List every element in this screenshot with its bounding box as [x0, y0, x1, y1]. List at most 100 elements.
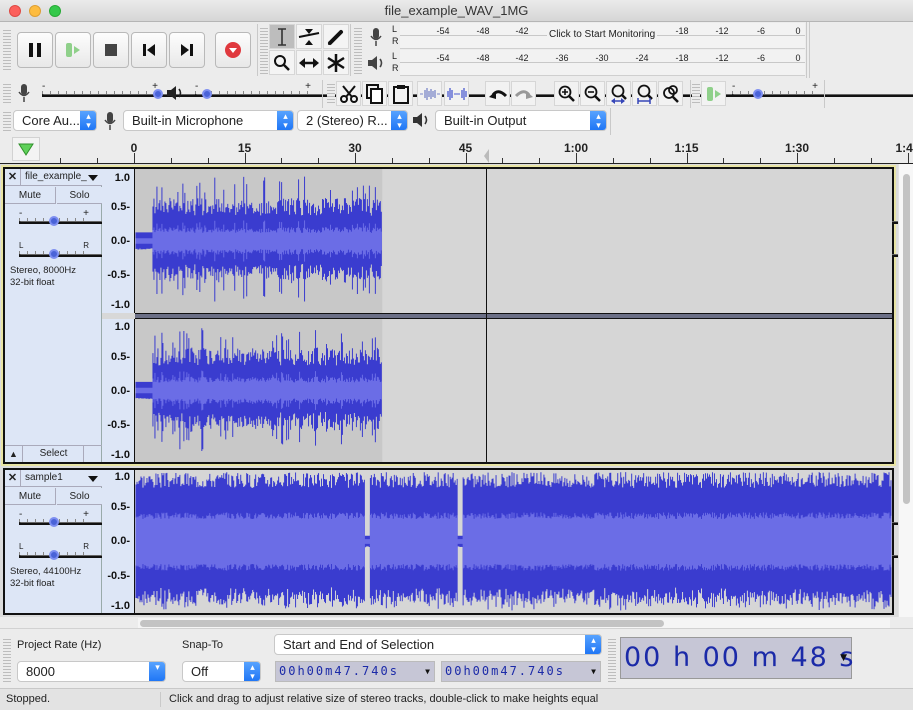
scale-label: -0.5-	[107, 570, 130, 582]
waveform-display[interactable]	[135, 169, 892, 313]
play-button[interactable]	[55, 32, 91, 68]
copy-icon	[365, 83, 383, 104]
copy-button[interactable]	[362, 81, 387, 106]
audio-track-sample1[interactable]: ✕ sample1 Mute Solo - + L R Stereo, 4410…	[3, 468, 910, 615]
undo-button[interactable]	[485, 81, 510, 106]
paste-button[interactable]	[388, 81, 413, 106]
snap-to-select[interactable]: Off ▴ ▾	[182, 661, 261, 682]
start-monitoring-text[interactable]: Click to Start Monitoring	[547, 29, 658, 40]
time-shift-tool[interactable]	[296, 50, 322, 75]
timeline-ruler[interactable]: 0 15 30 45 1:00 1:15 1:30 1:45	[0, 135, 913, 164]
transport-toolbar-grip[interactable]	[3, 28, 11, 72]
meter-label-r: R	[392, 63, 399, 73]
meter-label-l: L	[392, 51, 398, 61]
waveform-display[interactable]	[135, 319, 892, 462]
record-button[interactable]	[215, 32, 251, 68]
audio-track-file-example[interactable]: ✕ file_example_ Mute Solo - + L R Stereo…	[1, 165, 910, 466]
selection-end-time[interactable]: 00h00m47.740s ▼	[441, 661, 601, 682]
trim-button[interactable]	[417, 81, 442, 106]
time-format-dropdown-icon[interactable]: ▼	[425, 662, 432, 681]
waveform	[135, 472, 892, 611]
selection-tool[interactable]	[269, 24, 295, 49]
ruler-tick	[502, 158, 504, 163]
envelope-tool[interactable]	[296, 24, 322, 49]
redo-button[interactable]	[511, 81, 536, 106]
asterisk-icon	[327, 53, 345, 72]
zoom-in-button[interactable]	[554, 81, 579, 106]
pan-slider[interactable]: L R	[19, 542, 910, 561]
zoom-tool[interactable]	[269, 50, 295, 75]
slider-thumb[interactable]	[153, 89, 163, 99]
recording-device-value: Built-in Microphone	[132, 113, 244, 128]
ruler-tick	[723, 158, 725, 163]
draw-tool[interactable]	[323, 24, 349, 49]
stop-button[interactable]	[93, 32, 129, 68]
snap-to-value: Off	[191, 664, 209, 679]
waveform-display[interactable]	[135, 470, 892, 613]
audio-host-select[interactable]: Core Au... ▴ ▾	[13, 110, 97, 131]
playback-meter[interactable]: L R -54 -48 -42 -36 -30 -24 -18 -12 -6 0	[392, 50, 805, 76]
project-rate-select[interactable]: 8000 ▾	[17, 661, 166, 682]
playback-volume-slider[interactable]: - +	[195, 81, 913, 100]
recording-device-select[interactable]: Built-in Microphone ▴ ▾	[123, 110, 294, 131]
scrollbar-thumb[interactable]	[140, 620, 664, 627]
track-control-panel[interactable]: ✕ sample1 Mute Solo - + L R Stereo, 4410…	[5, 470, 910, 613]
time-toolbar-grip[interactable]	[608, 637, 616, 683]
play-at-speed-button[interactable]	[701, 81, 726, 106]
play-at-speed-grip[interactable]	[692, 82, 700, 104]
time-format-dropdown-icon[interactable]: ▼	[840, 638, 849, 678]
selection-mode-select[interactable]: Start and End of Selection ▴ ▾	[274, 634, 602, 655]
track-name-menu[interactable]: sample1	[25, 472, 89, 483]
skip-to-start-button[interactable]	[131, 32, 167, 68]
fit-project-button[interactable]	[632, 81, 657, 106]
scrollbar-thumb[interactable]	[903, 174, 910, 504]
slider-thumb[interactable]	[752, 89, 763, 99]
record-meter[interactable]: L R -54 -48 -42 Click to Start Monitorin…	[392, 23, 805, 49]
horizontal-scrollbar[interactable]	[138, 618, 890, 628]
playback-device-select[interactable]: Built-in Output ▴ ▾	[435, 110, 607, 131]
edit-toolbar-grip[interactable]	[327, 82, 335, 104]
playhead-marker[interactable]	[484, 149, 489, 163]
track-area[interactable]: ✕ file_example_ Mute Solo - + L R Stereo…	[0, 164, 910, 617]
fit-selection-button[interactable]	[606, 81, 631, 106]
zoom-window-button[interactable]	[49, 5, 61, 17]
silence-button[interactable]	[444, 81, 469, 106]
pan-thumb[interactable]	[49, 550, 59, 560]
pin-playhead-button[interactable]	[12, 137, 40, 161]
minimize-window-button[interactable]	[29, 5, 41, 17]
skip-to-end-button[interactable]	[169, 32, 205, 68]
time-format-dropdown-icon[interactable]: ▼	[591, 662, 598, 681]
microphone-icon	[369, 27, 382, 46]
close-window-button[interactable]	[9, 5, 21, 17]
gain-thumb[interactable]	[49, 517, 59, 527]
status-bar: Stopped. Click and drag to adjust relati…	[0, 688, 913, 710]
mute-button[interactable]: Mute	[5, 488, 56, 505]
zoom-toggle-button[interactable]	[658, 81, 683, 106]
record-volume-slider[interactable]: - +	[42, 81, 913, 100]
gain-slider[interactable]: - +	[19, 509, 910, 528]
record-meter-button[interactable]	[363, 24, 388, 49]
vertical-scrollbar[interactable]	[898, 164, 913, 617]
zoom-out-button[interactable]	[580, 81, 605, 106]
device-toolbar-grip[interactable]	[3, 110, 11, 132]
audio-position-display[interactable]: 00 h 00 m 48 s ▼	[620, 637, 853, 679]
meter-tick: -42	[515, 26, 529, 36]
slider-min-label: -	[732, 81, 736, 92]
mixer-toolbar-grip[interactable]	[3, 82, 11, 104]
close-track-button[interactable]: ✕	[5, 470, 21, 487]
zoom-fit-project-icon	[636, 84, 653, 104]
slider-thumb[interactable]	[201, 89, 212, 99]
tools-toolbar-grip[interactable]	[260, 26, 268, 74]
selection-start-time[interactable]: 00h00m47.740s ▼	[275, 661, 435, 682]
recording-channels-select[interactable]: 2 (Stereo) R... ▴ ▾	[297, 110, 408, 131]
playback-speed-slider[interactable]: - +	[732, 81, 913, 100]
multi-tool[interactable]	[323, 50, 349, 75]
cut-button[interactable]	[336, 81, 361, 106]
scale-label: -0.5-	[107, 269, 130, 281]
solo-button[interactable]: Solo	[57, 488, 102, 505]
track-menu-dropdown-icon[interactable]	[88, 476, 98, 482]
selection-toolbar-grip[interactable]	[3, 637, 11, 683]
meter-toolbar-grip[interactable]	[354, 26, 362, 74]
pause-button[interactable]	[17, 32, 53, 68]
playback-meter-button[interactable]	[363, 50, 388, 75]
